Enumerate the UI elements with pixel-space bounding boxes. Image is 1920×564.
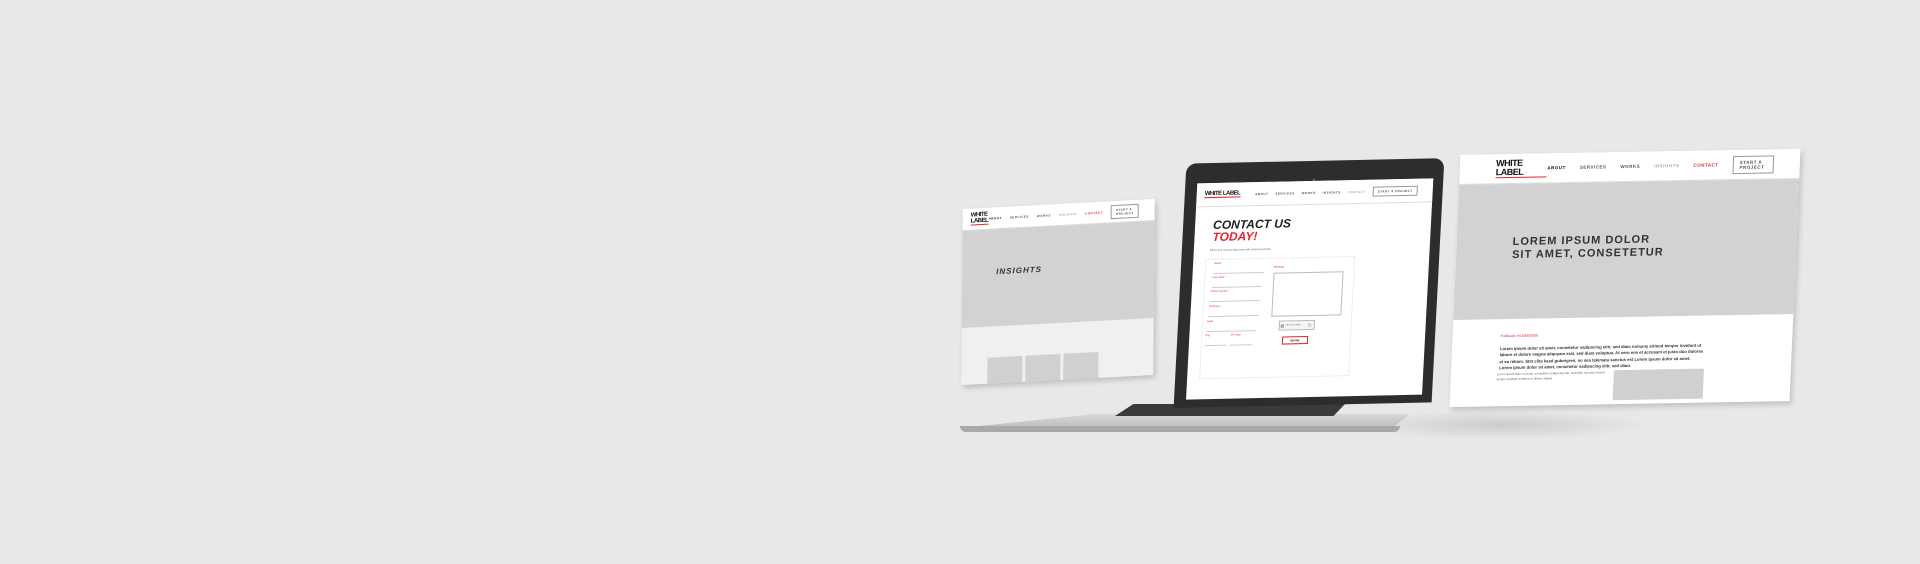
phone-field[interactable]: Phone number [1210,289,1261,303]
hero-title: LOREM IPSUM DOLOR SIT AMET, CONSETETUR [1512,233,1665,262]
insights-page-mockup: WHITE LABEL About Services Works Insight… [961,198,1155,386]
laptop-front-edge [960,426,1400,432]
city-field[interactable]: City [1204,333,1228,347]
nav-about[interactable]: About [1547,165,1566,170]
name-field[interactable]: Name [1213,260,1265,274]
captcha-checkbox[interactable] [1280,324,1284,328]
nav-contact[interactable]: Contact [1085,210,1103,215]
card[interactable] [1025,353,1061,386]
logo: WHITE LABEL [1204,190,1241,199]
contact-form: Name Last name Phone number Company Stat… [1199,256,1356,380]
nav-works[interactable]: Works [1620,164,1640,169]
hero: LOREM IPSUM DOLOR SIT AMET, CONSETETUR [1453,178,1800,320]
nav-contact[interactable]: Contact [1348,189,1366,193]
contact-page-mockup: WHITE LABEL About Services Works Insight… [1186,178,1434,400]
hero: INSIGHTS [961,220,1155,329]
nav-contact[interactable]: Contact [1693,162,1718,167]
nav-bar: WHITE LABEL About Services Works Insight… [1196,178,1434,208]
message-textarea[interactable] [1271,271,1344,317]
start-project-button[interactable]: Start a project [1732,154,1775,174]
laptop-base [960,404,1410,444]
lead-paragraph: Lorem ipsum dolor sit amet, consetetur s… [1499,342,1704,371]
state-field[interactable]: State [1206,319,1258,333]
submit-button[interactable]: Enviar [1281,336,1309,345]
zip-field[interactable]: ZIP code [1229,333,1253,346]
published-date: Publicado el 00/00/0000 [1500,333,1539,339]
message-label: Message [1273,265,1285,269]
page-title: CONTACT US TODAY! [1212,216,1291,245]
body-paragraph: Lorem ipsum dolor sit amet, consetetur s… [1496,370,1605,381]
company-field[interactable]: Company [1208,304,1259,318]
nav-insights[interactable]: Insights [1654,163,1679,168]
image-placeholder [1612,368,1704,401]
start-project-button[interactable]: Start a project [1110,203,1139,219]
nav-insights[interactable]: Insights [1059,211,1077,216]
article-page-mockup: WHITE LABEL About Services Works Insight… [1449,148,1801,408]
card-grid [987,351,1099,386]
nav-works[interactable]: Works [1037,213,1051,218]
card[interactable] [987,355,1023,386]
nav-insights[interactable]: Insights [1322,190,1340,194]
last-name-field[interactable]: Last name [1211,274,1263,289]
nav-services[interactable]: Services [1275,191,1294,195]
hero-title-line-2: SIT AMET, CONSETETUR [1511,246,1664,262]
logo: WHITE LABEL [1495,158,1548,179]
start-project-button[interactable]: Start a project [1372,185,1419,197]
laptop-lid: WHITE LABEL About Services Works Insight… [1173,158,1445,408]
captcha[interactable]: I'm not a robot ↻ [1278,319,1316,331]
title-line-2: TODAY! [1212,229,1258,245]
hero-title: INSIGHTS [996,264,1043,277]
subtitle: Fill the form and our sales team will co… [1209,247,1272,253]
card[interactable] [1063,351,1099,384]
nav-about[interactable]: About [1255,191,1268,195]
nav-works[interactable]: Works [1301,190,1315,194]
captcha-label: I'm not a robot [1285,324,1301,327]
nav-about[interactable]: About [989,215,1002,220]
recaptcha-icon: ↻ [1307,322,1312,330]
nav-services[interactable]: Services [1010,214,1029,219]
logo: WHITE LABEL [970,211,989,226]
nav-services[interactable]: Services [1580,164,1607,169]
